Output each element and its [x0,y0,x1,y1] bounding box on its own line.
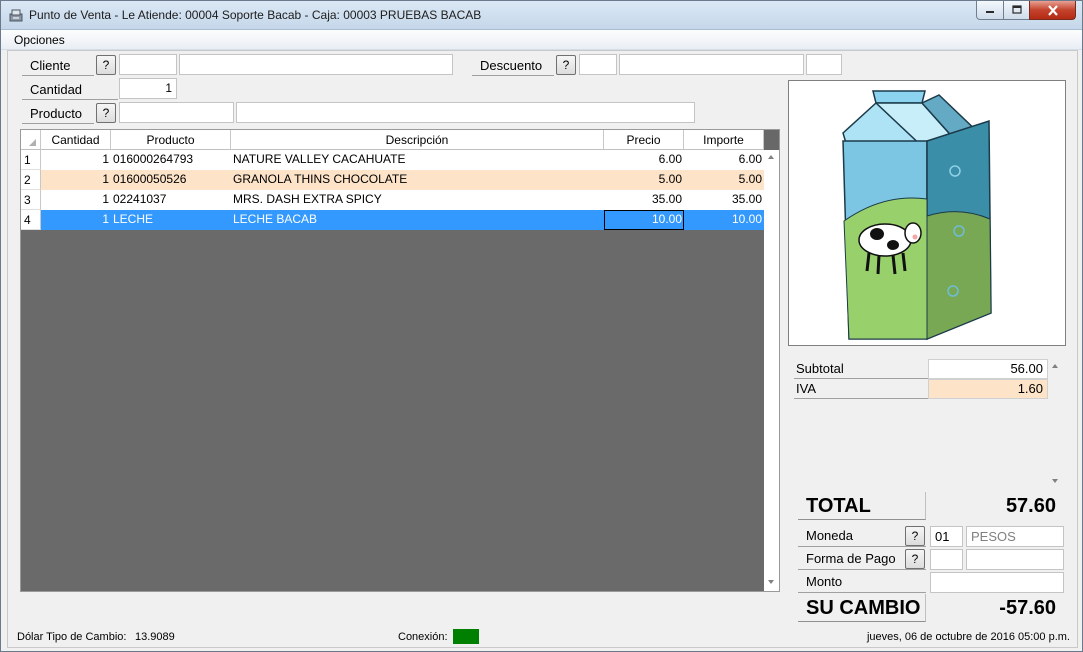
descuento-label: Descuento [472,55,554,76]
col-header-precio[interactable]: Precio [604,130,684,150]
cell-cantidad[interactable]: 1 [41,150,111,170]
cell-descripcion[interactable]: GRANOLA THINS CHOCOLATE [231,170,604,190]
col-header-producto[interactable]: Producto [111,130,231,150]
totals-scroll-down-icon[interactable] [1052,479,1058,483]
cell-importe[interactable]: 5.00 [684,170,764,190]
forma-pago-code-input[interactable] [930,549,963,570]
cell-cantidad[interactable]: 1 [41,190,111,210]
cell-cantidad[interactable]: 1 [41,210,111,230]
moneda-name-input[interactable]: PESOS [966,526,1064,547]
descuento-help-button[interactable]: ? [556,55,576,75]
minimize-icon [986,11,994,13]
cell-importe[interactable]: 35.00 [684,190,764,210]
scroll-down-icon[interactable] [768,580,774,584]
cell-precio[interactable]: 35.00 [604,190,684,210]
monto-label: Monto [798,571,926,593]
cell-producto[interactable]: 01600050526 [111,170,231,190]
dolar-value: 13.9089 [135,631,175,643]
close-icon [1047,4,1058,16]
table-row[interactable]: 1 1 016000264793 NATURE VALLEY CACAHUATE 6.0… [21,150,764,170]
cambio-label: SU CAMBIO [798,594,926,622]
col-header-cantidad[interactable]: Cantidad [41,130,111,150]
iva-label: IVA [794,379,928,399]
total-value: 57.60 [1005,495,1056,517]
close-button[interactable] [1029,1,1076,20]
grid-corner[interactable] [21,130,41,150]
grid-scrollbar[interactable] [764,150,779,591]
producto-code-input[interactable] [119,102,234,123]
dolar-label: Dólar Tipo de Cambio: [17,631,127,643]
iva-value: 1.60 [928,379,1048,399]
select-all-icon [29,139,36,146]
sales-grid[interactable]: Cantidad Producto Descripción Precio Imp… [20,129,780,592]
scroll-up-icon[interactable] [768,155,774,159]
title-bar[interactable]: Punto de Venta - Le Atiende: 00004 Sopor… [1,1,1082,30]
cell-cantidad[interactable]: 1 [41,170,111,190]
menu-bar: Opciones [1,30,1082,50]
cantidad-input[interactable]: 1 [119,78,177,99]
cell-importe[interactable]: 10.00 [684,210,764,230]
pos-content: Cliente ? Descuento ? Cantidad 1 Product… [7,50,1078,648]
conexion-label: Conexión: [398,631,448,643]
col-header-importe[interactable]: Importe [684,130,764,150]
subtotal-label: Subtotal [794,359,928,379]
cell-descripcion[interactable]: LECHE BACAB [231,210,604,230]
cliente-label: Cliente [22,55,94,76]
status-datetime: jueves, 06 de octubre de 2016 05:00 p.m. [866,631,1070,643]
producto-label: Producto [22,103,94,124]
conexion-status-indicator [453,629,479,644]
maximize-icon [1011,5,1022,14]
cell-producto[interactable]: 02241037 [111,190,231,210]
status-bar: Dólar Tipo de Cambio: 13.9089 Conexión: … [7,628,1078,648]
grid-header-filler [764,130,779,150]
cell-precio[interactable]: 5.00 [604,170,684,190]
forma-pago-help-button[interactable]: ? [905,549,925,569]
row-header[interactable]: 4 [21,210,41,230]
total-label: TOTAL [798,492,926,520]
descuento-code-input[interactable] [579,54,617,75]
product-image [788,80,1066,346]
menu-opciones[interactable]: Opciones [9,33,70,47]
producto-desc-input[interactable] [236,102,695,123]
cell-precio[interactable]: 10.00 [604,210,684,230]
cell-importe[interactable]: 6.00 [684,150,764,170]
moneda-help-button[interactable]: ? [905,526,925,546]
moneda-code-input[interactable]: 01 [930,526,963,547]
col-header-descripcion[interactable]: Descripción [231,130,604,150]
table-row[interactable]: 4 1 LECHE LECHE BACAB 10.00 10.00 [21,210,764,230]
row-header[interactable]: 1 [21,150,41,170]
forma-pago-name-input[interactable] [966,549,1064,570]
producto-help-button[interactable]: ? [96,103,116,123]
cell-precio[interactable]: 6.00 [604,150,684,170]
cell-descripcion[interactable]: NATURE VALLEY CACAHUATE [231,150,604,170]
maximize-button[interactable] [1003,1,1030,20]
cliente-help-button[interactable]: ? [96,55,116,75]
pos-app-icon [9,9,23,22]
table-row[interactable]: 2 1 01600050526 GRANOLA THINS CHOCOLATE 5.00… [21,170,764,190]
table-row[interactable]: 3 1 02241037 MRS. DASH EXTRA SPICY 35.00 35.0… [21,190,764,210]
milk-carton-image [842,90,992,341]
cell-producto[interactable]: 016000264793 [111,150,231,170]
totals-scroll-up-icon[interactable] [1052,364,1058,368]
cliente-code-input[interactable] [119,54,177,75]
cell-producto[interactable]: LECHE [111,210,231,230]
window-title: Punto de Venta - Le Atiende: 00004 Sopor… [29,8,482,22]
descuento-desc-input[interactable] [619,54,804,75]
subtotal-value: 56.00 [928,359,1048,379]
minimize-button[interactable] [976,1,1004,20]
cambio-value: -57.60 [999,597,1056,619]
row-header[interactable]: 3 [21,190,41,210]
cell-descripcion[interactable]: MRS. DASH EXTRA SPICY [231,190,604,210]
grid-header: Cantidad Producto Descripción Precio Imp… [21,130,779,150]
cliente-name-input[interactable] [179,54,453,75]
monto-input[interactable] [930,572,1064,593]
descuento-value-input[interactable] [806,54,842,75]
cantidad-label: Cantidad [22,79,118,100]
main-window: Punto de Venta - Le Atiende: 00004 Sopor… [0,0,1083,652]
row-header[interactable]: 2 [21,170,41,190]
